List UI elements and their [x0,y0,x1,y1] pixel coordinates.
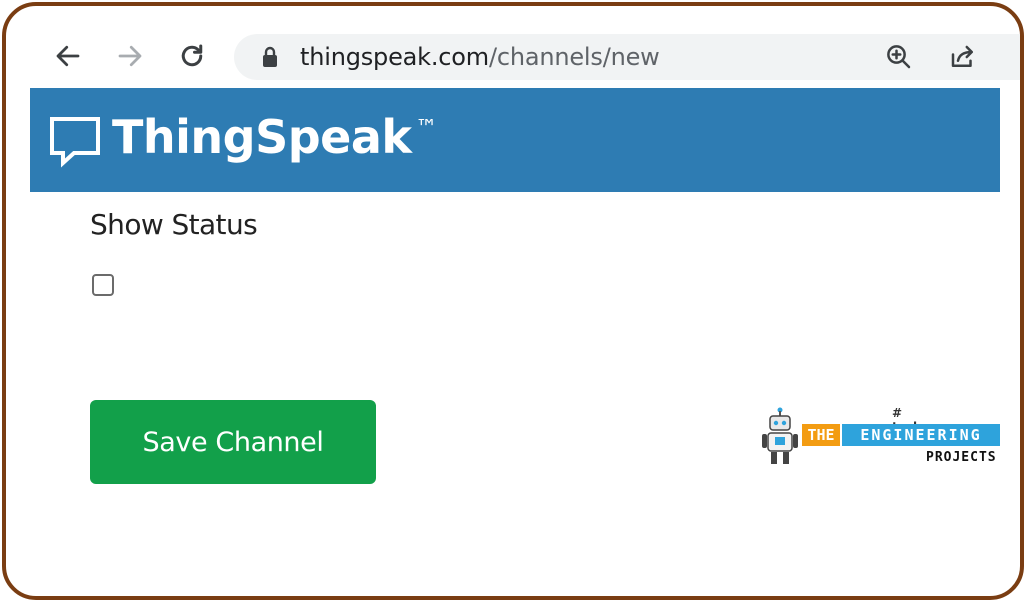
arrow-right-icon [118,45,142,67]
url-text[interactable]: thingspeak.com/channels/new [300,43,660,71]
show-status-checkbox[interactable] [92,274,114,296]
watermark-the: THE [802,424,840,446]
arrow-left-icon [56,45,80,67]
show-status-label: Show Status [90,208,258,241]
url-host: thingspeak.com [300,43,489,71]
thingspeak-logo[interactable]: ThingSpeak ™ [112,110,437,164]
robot-icon [762,407,798,464]
address-bar[interactable]: thingspeak.com/channels/new [234,34,1020,80]
speech-bubble-icon[interactable] [48,114,102,168]
watermark-engineering: ENGINEERING [842,424,1000,446]
zoom-in-icon[interactable] [884,42,914,72]
url-path: /channels/new [488,43,660,71]
save-channel-button[interactable]: Save Channel [90,400,376,484]
thingspeak-header: ThingSpeak ™ [30,88,1000,192]
share-icon[interactable] [948,42,978,72]
lock-icon [263,46,277,67]
reload-icon [181,44,203,67]
back-button[interactable] [50,38,86,74]
engineering-projects-watermark: # technopreneur THE ENGINEERING PROJECTS [760,406,1004,470]
forward-button[interactable] [112,38,148,74]
reload-button[interactable] [174,38,210,74]
brand-name: ThingSpeak [112,110,412,164]
screenshot-frame: thingspeak.com/channels/new ThingSpeak ™ … [2,2,1024,600]
watermark-projects: PROJECTS [926,450,997,465]
trademark-symbol: ™ [415,116,437,141]
